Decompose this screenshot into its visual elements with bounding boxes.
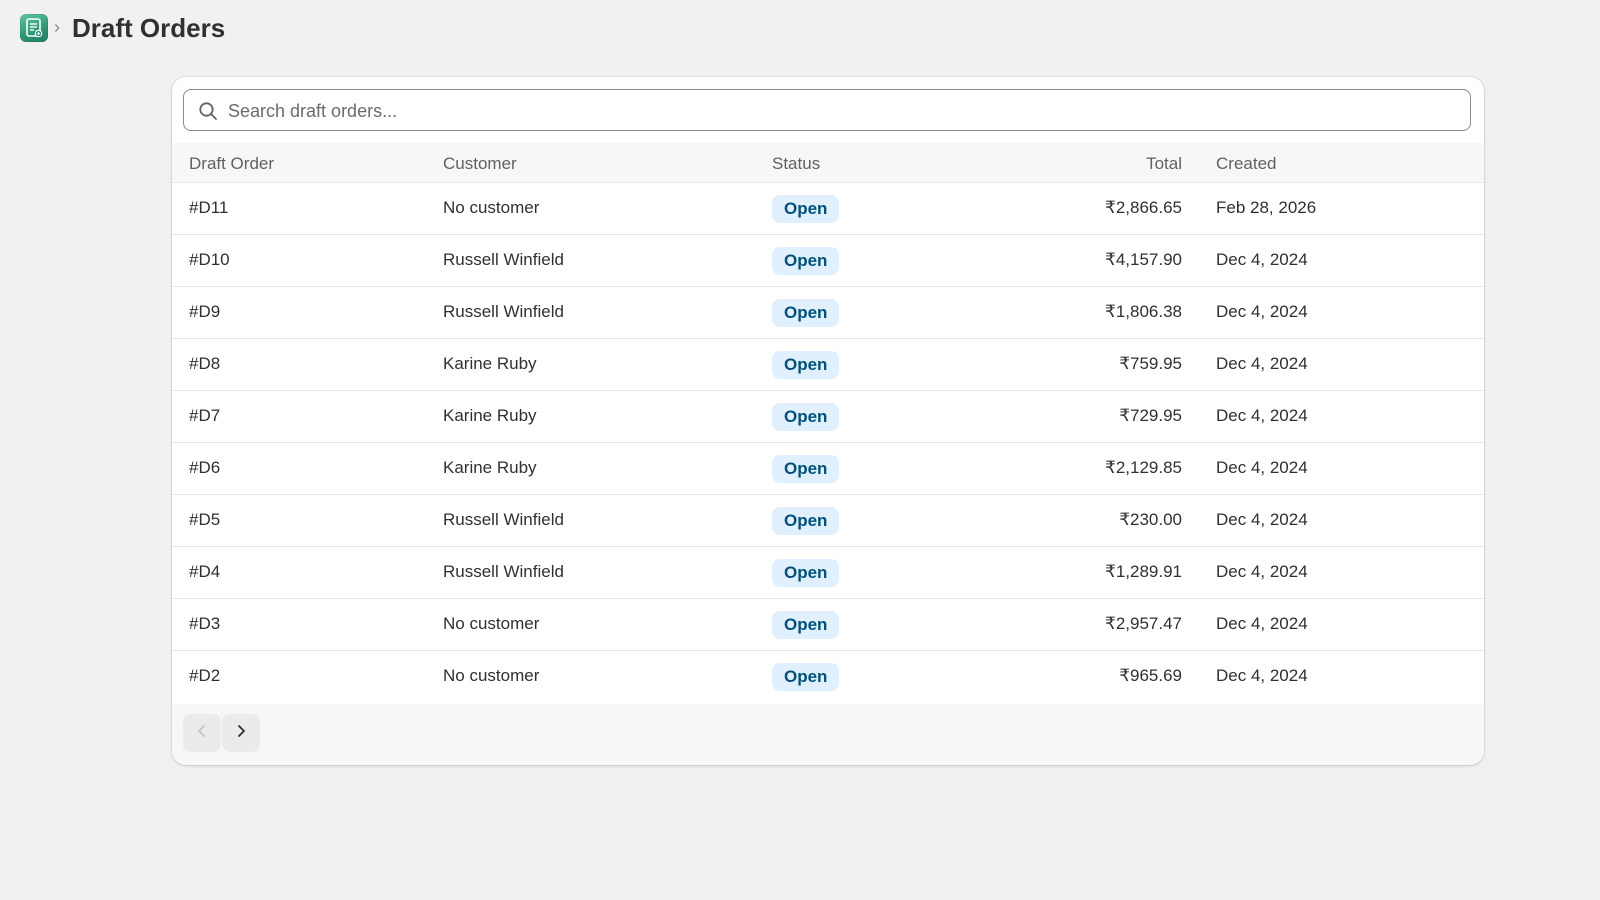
order-total: ₹729.95 [1119,406,1182,425]
order-id[interactable]: #D10 [189,250,230,270]
column-header-customer[interactable]: Customer [443,154,517,174]
breadcrumb-separator: › [54,17,60,37]
search-input[interactable] [226,90,1460,132]
order-id[interactable]: #D2 [189,666,220,686]
customer-name: No customer [443,198,540,217]
created-date: Feb 28, 2026 [1216,198,1317,217]
order-total: ₹965.69 [1119,666,1182,685]
column-header-total[interactable]: Total [1146,154,1182,174]
order-total: ₹1,289.91 [1105,562,1182,581]
created-date: Dec 4, 2024 [1216,614,1308,633]
status-badge: Open [772,403,840,431]
table-row[interactable]: #D6 Karine Ruby Open ₹2,129.85 Dec 4, 20… [172,443,1484,495]
order-id[interactable]: #D8 [189,354,220,374]
table-row[interactable]: #D7 Karine Ruby Open ₹729.95 Dec 4, 2024 [172,391,1484,443]
order-total: ₹2,866.65 [1105,198,1182,217]
search-box[interactable] [183,89,1471,132]
order-total: ₹2,957.47 [1105,614,1182,633]
order-total: ₹759.95 [1119,354,1182,373]
chevron-right-icon [234,724,248,743]
order-id[interactable]: #D5 [189,510,220,530]
table-body: #D11 No customer Open ₹2,866.65 Feb 28, … [172,183,1484,703]
order-id[interactable]: #D6 [189,458,220,478]
customer-name: Karine Ruby [443,354,537,373]
status-badge: Open [772,351,840,379]
created-date: Dec 4, 2024 [1216,354,1308,373]
order-id[interactable]: #D9 [189,302,220,322]
table-row[interactable]: #D11 No customer Open ₹2,866.65 Feb 28, … [172,183,1484,235]
previous-page-button[interactable] [183,714,221,752]
app-logo-icon[interactable] [20,14,48,42]
table-header: Draft Order Customer Status Total Create… [172,143,1484,183]
table-row[interactable]: #D10 Russell Winfield Open ₹4,157.90 Dec… [172,235,1484,287]
created-date: Dec 4, 2024 [1216,250,1308,269]
draft-orders-card: Draft Order Customer Status Total Create… [172,77,1484,765]
order-total: ₹230.00 [1119,510,1182,529]
customer-name: Karine Ruby [443,458,537,477]
search-icon [198,101,218,126]
status-badge: Open [772,559,840,587]
customer-name: Karine Ruby [443,406,537,425]
status-badge: Open [772,507,840,535]
order-id[interactable]: #D4 [189,562,220,582]
order-id[interactable]: #D7 [189,406,220,426]
customer-name: Russell Winfield [443,510,564,529]
order-id[interactable]: #D11 [189,198,228,218]
customer-name: Russell Winfield [443,562,564,581]
created-date: Dec 4, 2024 [1216,562,1308,581]
table-row[interactable]: #D3 No customer Open ₹2,957.47 Dec 4, 20… [172,599,1484,651]
table-row[interactable]: #D9 Russell Winfield Open ₹1,806.38 Dec … [172,287,1484,339]
status-badge: Open [772,455,840,483]
created-date: Dec 4, 2024 [1216,406,1308,425]
customer-name: No customer [443,666,540,685]
customer-name: No customer [443,614,540,633]
order-total: ₹4,157.90 [1105,250,1182,269]
created-date: Dec 4, 2024 [1216,510,1308,529]
created-date: Dec 4, 2024 [1216,666,1308,685]
order-id[interactable]: #D3 [189,614,220,634]
pagination-bar [172,704,1484,765]
created-date: Dec 4, 2024 [1216,458,1308,477]
page-title: Draft Orders [72,13,226,43]
table-row[interactable]: #D5 Russell Winfield Open ₹230.00 Dec 4,… [172,495,1484,547]
top-bar: › Draft Orders [0,0,1600,60]
table-row[interactable]: #D2 No customer Open ₹965.69 Dec 4, 2024 [172,651,1484,703]
table-row[interactable]: #D8 Karine Ruby Open ₹759.95 Dec 4, 2024 [172,339,1484,391]
column-header-status[interactable]: Status [772,154,820,174]
chevron-left-icon [195,724,209,743]
created-date: Dec 4, 2024 [1216,302,1308,321]
status-badge: Open [772,247,840,275]
status-badge: Open [772,611,840,639]
next-page-button[interactable] [222,714,260,752]
status-badge: Open [772,663,840,691]
table-row[interactable]: #D4 Russell Winfield Open ₹1,289.91 Dec … [172,547,1484,599]
order-total: ₹2,129.85 [1105,458,1182,477]
customer-name: Russell Winfield [443,250,564,269]
status-badge: Open [772,195,840,223]
customer-name: Russell Winfield [443,302,564,321]
status-badge: Open [772,299,840,327]
order-total: ₹1,806.38 [1105,302,1182,321]
column-header-created[interactable]: Created [1216,154,1276,174]
column-header-draft-order[interactable]: Draft Order [189,154,274,174]
